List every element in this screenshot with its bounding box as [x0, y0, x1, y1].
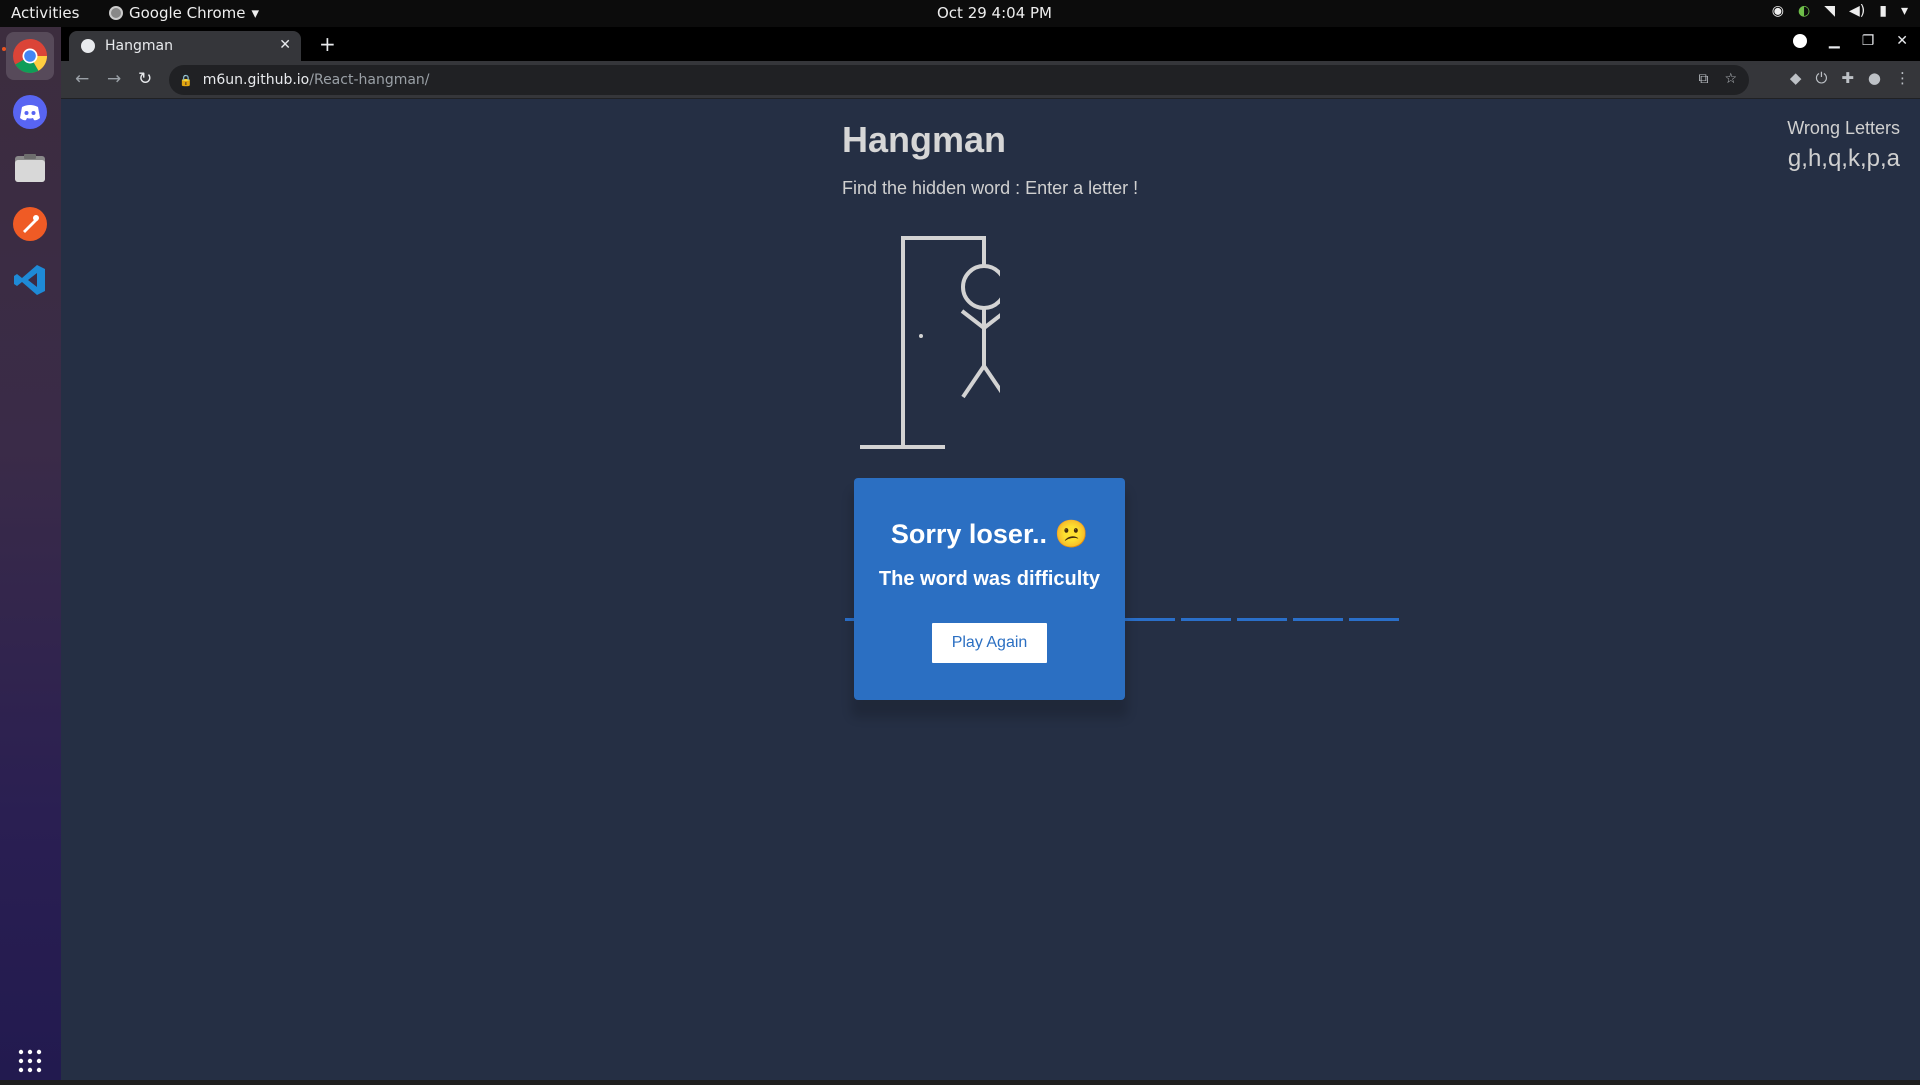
dock-item-discord[interactable] [6, 88, 54, 136]
chevron-down-icon: ▾ [251, 4, 260, 22]
new-tab-button[interactable]: + [319, 32, 336, 56]
letter-blank [1293, 618, 1343, 621]
url-path: /React-hangman/ [309, 72, 430, 88]
restore-icon[interactable]: ❐ [1862, 33, 1875, 49]
files-icon [15, 154, 45, 182]
activities-button[interactable]: Activities [11, 4, 79, 22]
system-top-bar: Activities Google Chrome ▾ Oct 29 4:04 P… [0, 0, 1920, 27]
wifi-icon[interactable]: ◥ [1824, 3, 1835, 19]
vscode-icon [14, 265, 45, 295]
url-domain: m6un.github.io [202, 72, 310, 88]
clock[interactable]: Oct 29 4:04 PM [937, 4, 1052, 22]
close-window-icon[interactable]: ✕ [1896, 33, 1908, 49]
app-menu-label: Google Chrome [129, 4, 246, 22]
popup-title: Sorry loser.. 😕 [890, 519, 1089, 549]
forward-arrow-icon[interactable]: → [107, 69, 121, 89]
hangman-right-arm [982, 313, 1000, 330]
discord-icon [13, 95, 47, 129]
more-menu-icon[interactable]: ⋮ [1895, 69, 1910, 87]
play-again-button[interactable]: Play Again [931, 623, 1048, 663]
extension-power-icon[interactable]: ⏻ [1815, 69, 1827, 87]
wrong-letters-panel: Wrong Letters g,h,q,k,p,a [1787, 118, 1900, 173]
bookmark-star-icon[interactable]: ☆ [1724, 71, 1737, 87]
window-controls: ▁ ❐ ✕ [1792, 33, 1908, 49]
apps-grid-icon [18, 1049, 42, 1073]
instructions-text: Find the hidden word : Enter a letter ! [842, 178, 1139, 198]
hangman-figure [860, 236, 1000, 449]
hangman-left-leg [961, 364, 986, 399]
letter-blank [1237, 618, 1287, 621]
tab-search-icon[interactable] [1792, 34, 1807, 48]
wrong-letters-label: Wrong Letters [1787, 118, 1900, 138]
chevron-down-icon[interactable]: ▾ [1901, 3, 1908, 19]
tab-hangman[interactable]: Hangman ✕ [69, 31, 301, 61]
extension-icon[interactable]: ◆ [1790, 69, 1802, 87]
volume-icon[interactable]: ◀) [1849, 3, 1865, 19]
tab-title: Hangman [105, 38, 173, 54]
system-tray[interactable]: ◉ ◐ ◥ ◀) ▮ ▾ [1772, 3, 1908, 19]
wrong-letters-list: g,h,q,k,p,a [1787, 145, 1900, 172]
close-icon[interactable]: ✕ [279, 37, 291, 53]
battery-icon[interactable]: ▮ [1879, 3, 1887, 19]
page-content: Hangman Find the hidden word : Enter a l… [61, 99, 1920, 1080]
chrome-app-icon [109, 6, 123, 20]
tab-strip: Hangman ✕ + ▁ ❐ ✕ [61, 27, 1920, 61]
popup-message: The word was difficulty [878, 568, 1101, 590]
dock-item-files[interactable] [6, 144, 54, 192]
app-menu[interactable]: Google Chrome ▾ [109, 4, 259, 22]
translate-icon[interactable]: ⧉ [1698, 71, 1708, 87]
hangman-left-arm [960, 309, 986, 330]
extension-icons: ◆ ⏻ ✚ ● ⋮ [1790, 69, 1910, 87]
dock-item-chrome[interactable] [6, 32, 54, 80]
letter-blank [1181, 618, 1231, 621]
dock-item-postman[interactable] [6, 200, 54, 248]
reload-icon[interactable]: ↻ [138, 69, 152, 89]
hangman-right-leg [982, 364, 1000, 394]
letter-blank [1349, 618, 1399, 621]
back-arrow-icon[interactable]: ← [75, 69, 89, 89]
chrome-tray-icon[interactable]: ◉ [1772, 3, 1784, 19]
puzzle-icon[interactable]: ✚ [1841, 69, 1854, 87]
dock [0, 27, 61, 1080]
page-title: Hangman [842, 119, 1007, 160]
omnibox-actions: ⧉ ☆ [1698, 71, 1737, 87]
globe-icon [81, 39, 95, 53]
hangman-head [961, 264, 1000, 310]
postman-icon [13, 207, 47, 241]
profile-avatar-icon[interactable]: ● [1868, 69, 1881, 87]
chrome-icon [13, 39, 47, 73]
letter-blank [1125, 618, 1175, 621]
game-over-popup: Sorry loser.. 😕 The word was difficulty … [854, 478, 1125, 700]
minimize-icon[interactable]: ▁ [1829, 33, 1840, 49]
show-applications-button[interactable] [6, 1037, 54, 1085]
browser-toolbar: ← → ↻ 🔒 m6un.github.io/React-hangman/ ⧉ … [61, 61, 1920, 99]
dock-item-vscode[interactable] [6, 256, 54, 304]
lock-icon[interactable]: 🔒 [179, 74, 193, 87]
power-tray-icon[interactable]: ◐ [1798, 3, 1810, 19]
address-bar[interactable]: 🔒 m6un.github.io/React-hangman/ ⧉ ☆ [169, 65, 1749, 95]
